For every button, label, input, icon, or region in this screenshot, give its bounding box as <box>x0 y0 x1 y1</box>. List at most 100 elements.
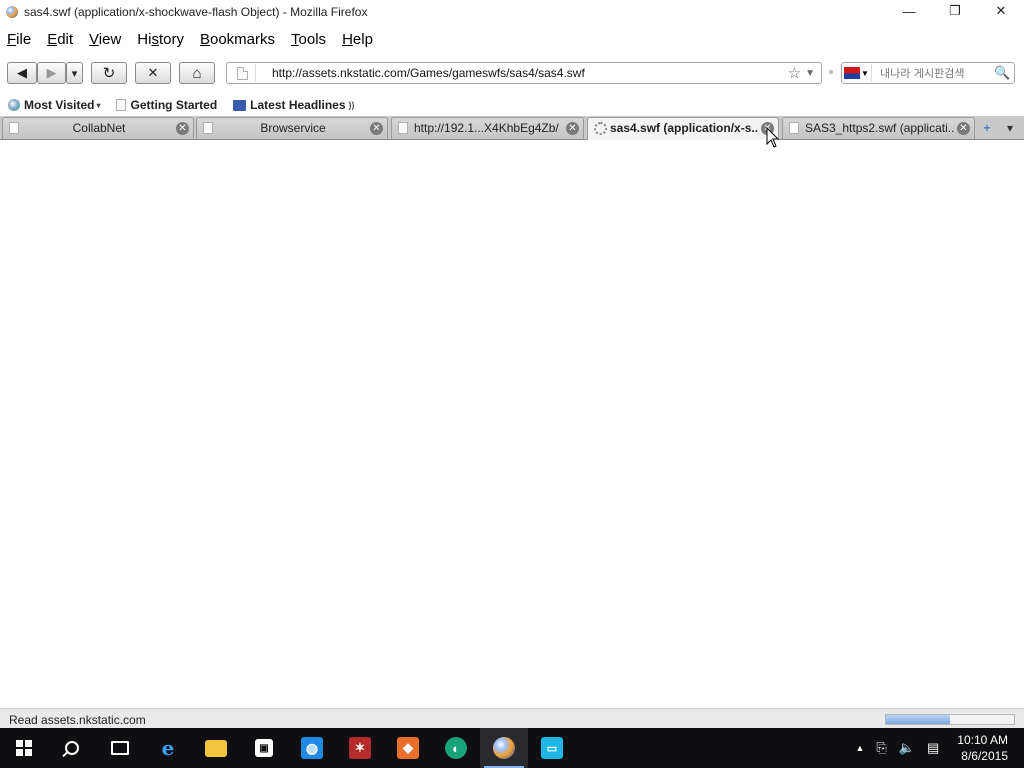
system-tray: ▲ ⎘ 🔈 ▤ 10:10 AM 8/6/2015 <box>855 728 1024 768</box>
taskbar-file-explorer[interactable] <box>192 728 240 768</box>
search-engine-selector[interactable]: ▼ <box>842 64 872 82</box>
firefox-icon <box>493 737 515 759</box>
tab-label: sas4.swf (application/x-s... <box>610 121 758 135</box>
search-engine-logo-icon <box>844 67 861 79</box>
maximize-button[interactable]: ❐ <box>932 0 978 22</box>
forward-arrow-icon: ▶ <box>46 65 57 80</box>
bookmark-most-visited[interactable]: Most Visited ▾ <box>8 98 100 112</box>
menu-tools[interactable]: Tools <box>289 31 328 48</box>
loading-progress-bar <box>885 714 1015 725</box>
loading-spinner-icon <box>594 122 607 135</box>
page-icon <box>789 122 799 134</box>
taskbar-store[interactable]: ▣ <box>240 728 288 768</box>
search-input[interactable] <box>880 66 990 80</box>
history-dropdown-button[interactable]: ▾ <box>66 62 83 84</box>
navigation-toolbar: ◀ ▶ ▾ ↻ ✕ ⌂ http://assets.nkstatic.com/G… <box>0 58 1024 90</box>
status-bar: Read assets.nkstatic.com <box>0 708 1024 730</box>
menu-file[interactable]: File <box>5 31 33 48</box>
menu-history[interactable]: History <box>135 31 186 48</box>
cyan-app-icon: ▭ <box>541 737 563 759</box>
close-tab-icon[interactable]: ✕ <box>566 122 579 135</box>
minimize-button[interactable]: — <box>886 0 932 22</box>
bookmark-star-icon[interactable]: ☆ <box>788 64 801 82</box>
chevron-down-icon: ▾ <box>71 67 78 80</box>
taskbar-green-app[interactable]: ◐ <box>432 728 480 768</box>
home-button[interactable]: ⌂ <box>179 62 215 84</box>
new-tab-button[interactable]: + <box>978 118 996 138</box>
folder-icon <box>205 739 227 757</box>
taskbar-search-button[interactable] <box>48 728 96 768</box>
menu-view[interactable]: View <box>87 31 123 48</box>
page-icon <box>116 99 127 111</box>
task-view-button[interactable] <box>96 728 144 768</box>
globe-icon: ◍ <box>301 737 323 759</box>
tab-list-icon: ▾ <box>1006 121 1014 135</box>
close-tab-icon[interactable]: ✕ <box>957 122 970 135</box>
menu-bar: File Edit View History Bookmarks Tools H… <box>0 26 1024 52</box>
bookmark-label: Latest Headlines <box>250 98 346 112</box>
most-visited-icon <box>8 99 20 111</box>
taskbar-firefox[interactable] <box>480 728 528 768</box>
tab-label: CollabNet <box>72 121 126 135</box>
clock-time: 10:10 AM <box>957 733 1008 747</box>
window-title: sas4.swf (application/x-shockwave-flash … <box>24 5 368 19</box>
page-icon <box>398 122 408 134</box>
show-hidden-icons-icon[interactable]: ▲ <box>855 743 864 753</box>
site-identity-button[interactable] <box>230 64 256 82</box>
title-bar: sas4.swf (application/x-shockwave-flash … <box>0 0 1024 24</box>
page-icon <box>9 122 19 134</box>
forward-button[interactable]: ▶ <box>37 62 66 84</box>
clock-date: 8/6/2015 <box>961 749 1008 763</box>
chevron-down-icon: ▼ <box>861 68 869 78</box>
close-tab-icon[interactable]: ✕ <box>176 122 189 135</box>
tab-ip-address[interactable]: http://192.1...X4KhbEg4Zb/ ✕ <box>391 117 584 139</box>
page-content-area[interactable] <box>0 141 1024 708</box>
firefox-icon <box>6 6 18 18</box>
menu-edit[interactable]: Edit <box>45 31 75 48</box>
tab-collabnet[interactable]: CollabNet ✕ <box>2 117 194 139</box>
taskbar-fox-app[interactable]: ◆ <box>384 728 432 768</box>
clock[interactable]: 10:10 AM 8/6/2015 <box>957 732 1008 764</box>
chevron-down-icon: ▾ <box>96 100 101 110</box>
network-icon[interactable]: ⎘ <box>876 740 886 756</box>
tab-sas3-swf[interactable]: SAS3_https2.swf (applicati... ✕ <box>782 117 975 139</box>
bookmark-latest-headlines[interactable]: Latest Headlines )) <box>233 98 355 112</box>
url-text[interactable]: http://assets.nkstatic.com/Games/gameswf… <box>272 66 788 80</box>
taskbar-game-app[interactable]: ✶ <box>336 728 384 768</box>
bookmark-label: Most Visited <box>24 98 95 112</box>
url-dropdown-icon[interactable]: ▼ <box>805 68 815 79</box>
tab-browservice[interactable]: Browservice ✕ <box>196 117 388 139</box>
taskbar-internet-explorer[interactable]: e <box>144 728 192 768</box>
separator-dot <box>829 70 833 74</box>
search-icon[interactable]: 🔍 <box>994 65 1010 81</box>
plus-icon: + <box>983 121 991 135</box>
windows-taskbar: e ▣ ◍ ✶ ◆ ◐ ▭ ▲ ⎘ 🔈 ▤ 10:10 AM 8/6/2015 <box>0 728 1024 768</box>
reload-button[interactable]: ↻ <box>91 62 127 84</box>
bookmark-label: Getting Started <box>130 98 218 112</box>
close-tab-icon[interactable]: ✕ <box>370 122 383 135</box>
status-text: Read assets.nkstatic.com <box>9 712 146 727</box>
list-all-tabs-button[interactable]: ▾ <box>998 118 1022 138</box>
rss-icon <box>233 99 247 111</box>
action-center-icon[interactable]: ▤ <box>927 740 939 756</box>
menu-bookmarks[interactable]: Bookmarks <box>198 31 277 48</box>
tab-label: Browservice <box>260 121 326 135</box>
start-button[interactable] <box>0 728 48 768</box>
tab-sas4-swf[interactable]: sas4.swf (application/x-s... ✕ <box>587 117 779 140</box>
volume-icon[interactable]: 🔈 <box>899 740 915 756</box>
fox-app-icon: ◆ <box>397 737 419 759</box>
back-button[interactable]: ◀ <box>7 62 37 84</box>
close-window-button[interactable]: ✕ <box>978 0 1024 22</box>
taskbar-cyan-app[interactable]: ▭ <box>528 728 576 768</box>
taskbar-globe-app[interactable]: ◍ <box>288 728 336 768</box>
search-bar[interactable]: ▼ 🔍 <box>841 62 1015 84</box>
stop-button[interactable]: ✕ <box>135 62 171 84</box>
bookmarks-toolbar: Most Visited ▾ Getting Started Latest He… <box>0 96 1024 114</box>
store-icon: ▣ <box>255 739 273 757</box>
bookmark-getting-started[interactable]: Getting Started <box>116 98 217 112</box>
menu-help[interactable]: Help <box>340 31 375 48</box>
url-bar[interactable]: http://assets.nkstatic.com/Games/gameswf… <box>226 62 822 84</box>
search-icon <box>65 741 79 755</box>
page-icon <box>237 66 248 80</box>
window-controls: — ❐ ✕ <box>886 0 1024 24</box>
